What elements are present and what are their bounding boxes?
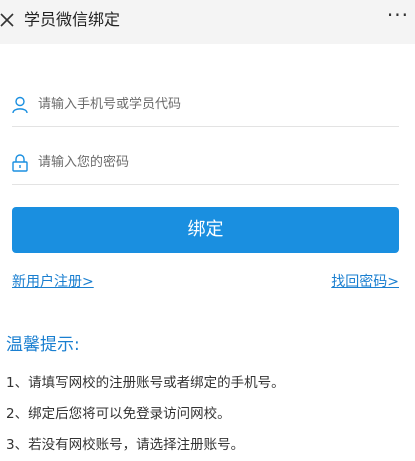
- top-bar: 学员微信绑定 ···: [0, 0, 415, 44]
- account-input[interactable]: [38, 92, 388, 116]
- password-field: [12, 140, 399, 185]
- lock-icon: [12, 154, 28, 172]
- user-icon: [12, 96, 28, 114]
- close-icon[interactable]: [0, 9, 18, 31]
- bind-button[interactable]: 绑定: [12, 207, 399, 253]
- tip-item: 2、绑定后您将可以免登录访问网校。: [6, 406, 231, 422]
- password-input[interactable]: [38, 150, 388, 174]
- tip-item: 1、请填写网校的注册账号或者绑定的手机号。: [6, 375, 285, 391]
- tips-title: 温馨提示:: [6, 335, 80, 355]
- more-menu-icon[interactable]: ···: [387, 5, 409, 25]
- account-field: [12, 82, 399, 127]
- tip-item: 3、若没有网校账号，请选择注册账号。: [6, 437, 245, 453]
- forgot-password-link[interactable]: 找回密码>: [331, 272, 399, 292]
- page-title: 学员微信绑定: [24, 10, 121, 29]
- register-link[interactable]: 新用户注册>: [12, 272, 94, 292]
